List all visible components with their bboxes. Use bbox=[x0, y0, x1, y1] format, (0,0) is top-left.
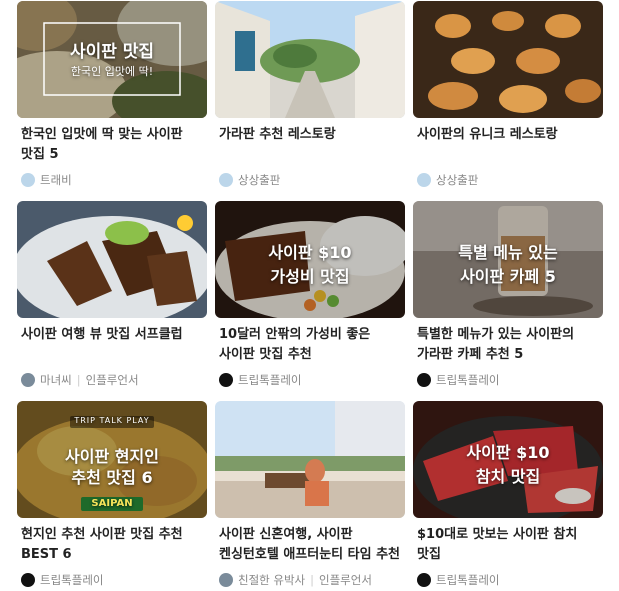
article-title[interactable]: 가라판 추천 레스토랑 bbox=[219, 125, 403, 145]
avatar bbox=[219, 373, 233, 387]
overlay-tag2: SAIPAN bbox=[91, 498, 133, 509]
source-name[interactable]: 마녀씨 bbox=[40, 372, 72, 388]
overlay-line1: 사이판 $10 bbox=[466, 443, 550, 462]
avatar bbox=[417, 573, 431, 587]
source-name[interactable]: 상상출판 bbox=[436, 172, 478, 188]
meta-separator: | bbox=[76, 373, 81, 387]
source-name[interactable]: 트립톡플레이 bbox=[40, 572, 103, 588]
article-meta: 친절한 유박사 | 인플루언서 bbox=[219, 572, 372, 588]
article-title[interactable]: 사이판 여행 뷰 맛집 서프클럽 bbox=[21, 325, 205, 345]
thumbnail-image[interactable] bbox=[215, 1, 405, 118]
avatar bbox=[21, 373, 35, 387]
source-name[interactable]: 친절한 유박사 bbox=[238, 572, 305, 588]
overlay-line2: 추천 맛집 6 bbox=[71, 468, 153, 487]
article-meta: 트립톡플레이 bbox=[417, 372, 499, 388]
thumbnail-image[interactable]: 사이판 맛집 한국인 입맛에 딱! bbox=[17, 1, 207, 118]
article-title[interactable]: 특별한 메뉴가 있는 사이판의 가라판 카페 추천 5 bbox=[417, 325, 601, 365]
article-title[interactable]: $10대로 맛보는 사이판 참치 맛집 bbox=[417, 525, 601, 565]
overlay-line1: 사이판 $10 bbox=[268, 243, 352, 262]
avatar bbox=[219, 573, 233, 587]
influencer-badge: 인플루언서 bbox=[85, 373, 139, 387]
source-name[interactable]: 트립톡플레이 bbox=[238, 372, 301, 388]
article-meta: 상상출판 bbox=[219, 172, 280, 188]
article-card[interactable]: 특별 메뉴 있는 사이판 카페 5 특별한 메뉴가 있는 사이판의 가라판 카페… bbox=[413, 201, 603, 391]
article-title[interactable]: 사이판 신혼여행, 사이판 켄싱턴호텔 애프터눈티 타임 추천 bbox=[219, 525, 403, 565]
overlay-line2: 가성비 맛집 bbox=[270, 267, 350, 286]
overlay-line2: 사이판 카페 5 bbox=[460, 267, 556, 286]
thumbnail-image[interactable]: 사이판 $10 참치 맛집 bbox=[413, 401, 603, 518]
article-meta: 상상출판 bbox=[417, 172, 478, 188]
overlay-subtitle: 한국인 입맛에 딱! bbox=[70, 65, 154, 78]
source-name[interactable]: 트립톡플레이 bbox=[436, 372, 499, 388]
article-title[interactable]: 현지인 추천 사이판 맛집 추천 BEST 6 bbox=[21, 525, 205, 565]
article-card[interactable]: 사이판 신혼여행, 사이판 켄싱턴호텔 애프터눈티 타임 추천 친절한 유박사 … bbox=[215, 401, 405, 591]
thumbnail-image[interactable] bbox=[413, 1, 603, 118]
article-card[interactable]: 사이판의 유니크 레스토랑 상상출판 bbox=[413, 1, 603, 191]
influencer-badge: 인플루언서 bbox=[319, 573, 372, 587]
thumbnail-image[interactable]: 특별 메뉴 있는 사이판 카페 5 bbox=[413, 201, 603, 318]
thumbnail-image[interactable]: 사이판 $10 가성비 맛집 bbox=[215, 201, 405, 318]
article-card[interactable]: 사이판 $10 가성비 맛집 10달러 안팎의 가성비 좋은 사이판 맛집 추천… bbox=[215, 201, 405, 391]
overlay-title: 사이판 맛집 bbox=[69, 42, 155, 62]
article-card[interactable]: 가라판 추천 레스토랑 상상출판 bbox=[215, 1, 405, 191]
avatar bbox=[21, 573, 35, 587]
source-name[interactable]: 트립톡플레이 bbox=[436, 572, 499, 588]
article-title[interactable]: 사이판의 유니크 레스토랑 bbox=[417, 125, 601, 145]
overlay-line1: 특별 메뉴 있는 bbox=[458, 243, 558, 262]
avatar bbox=[417, 373, 431, 387]
thumbnail-image[interactable] bbox=[17, 201, 207, 318]
meta-separator: | bbox=[310, 573, 315, 587]
article-card[interactable]: 사이판 맛집 한국인 입맛에 딱! 한국인 입맛에 딱 맞는 사이판 맛집 5 … bbox=[17, 1, 207, 191]
article-meta: 트래비 bbox=[21, 172, 72, 188]
source-name[interactable]: 상상출판 bbox=[238, 172, 280, 188]
article-card[interactable]: 사이판 $10 참치 맛집 $10대로 맛보는 사이판 참치 맛집 트립톡플레이 bbox=[413, 401, 603, 591]
thumbnail-image[interactable]: TRIP TALK PLAY 사이판 현지인 추천 맛집 6 SAIPAN bbox=[17, 401, 207, 518]
avatar bbox=[417, 173, 431, 187]
article-title[interactable]: 한국인 입맛에 딱 맞는 사이판 맛집 5 bbox=[21, 125, 205, 165]
avatar bbox=[219, 173, 233, 187]
article-card[interactable]: TRIP TALK PLAY 사이판 현지인 추천 맛집 6 SAIPAN 현지… bbox=[17, 401, 207, 591]
article-meta: 트립톡플레이 bbox=[417, 572, 499, 588]
article-meta: 트립톡플레이 bbox=[219, 372, 301, 388]
thumbnail-image[interactable] bbox=[215, 401, 405, 518]
article-meta: 마녀씨 | 인플루언서 bbox=[21, 372, 139, 388]
content-grid: 사이판 맛집 한국인 입맛에 딱! 한국인 입맛에 딱 맞는 사이판 맛집 5 … bbox=[0, 0, 619, 590]
article-meta: 트립톡플레이 bbox=[21, 572, 103, 588]
avatar bbox=[21, 173, 35, 187]
overlay-line2: 참치 맛집 bbox=[475, 467, 541, 486]
article-title[interactable]: 10달러 안팎의 가성비 좋은 사이판 맛집 추천 bbox=[219, 325, 403, 365]
source-name[interactable]: 트래비 bbox=[40, 172, 72, 188]
overlay-tag: TRIP TALK PLAY bbox=[74, 416, 150, 425]
article-card[interactable]: 사이판 여행 뷰 맛집 서프클럽 마녀씨 | 인플루언서 bbox=[17, 201, 207, 391]
